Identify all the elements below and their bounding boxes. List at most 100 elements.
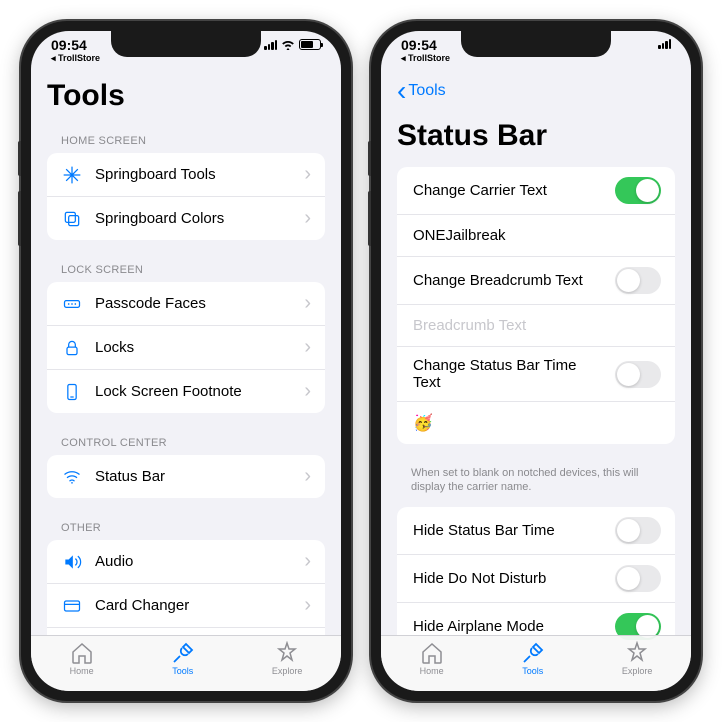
list-group: Passcode Faces Locks Lock Screen Footnote [47, 282, 325, 413]
chevron-right-icon [304, 550, 311, 573]
nav-bar: Tools [381, 75, 691, 115]
tools-icon [521, 641, 545, 665]
row-label: Status Bar [95, 468, 292, 485]
list-row[interactable]: Springboard Tools [47, 153, 325, 197]
tab-tools[interactable]: Tools [171, 641, 195, 676]
row-label: Locks [95, 339, 292, 356]
tab-bar: Home Tools Explore [31, 635, 341, 691]
tab-home[interactable]: Home [70, 641, 94, 676]
chevron-right-icon [304, 292, 311, 315]
notch [461, 31, 611, 57]
list-row[interactable]: Change Breadcrumb Text [397, 257, 675, 305]
list-row[interactable]: Hide Status Bar Time [397, 507, 675, 555]
tab-label: Tools [172, 666, 193, 676]
list-row[interactable]: Card Changer [47, 584, 325, 628]
notch [111, 31, 261, 57]
chevron-right-icon [304, 207, 311, 230]
list-row[interactable]: 🥳 [397, 402, 675, 444]
row-label: Hide Status Bar Time [411, 522, 603, 539]
chevron-right-icon [304, 594, 311, 617]
list-row[interactable]: Status Bar [47, 455, 325, 498]
list-group: Hide Status Bar Time Hide Do Not Disturb H… [397, 507, 675, 643]
tools-icon [171, 641, 195, 665]
snowflake-icon [61, 164, 83, 186]
passcode-icon [61, 293, 83, 315]
row-label: Change Breadcrumb Text [411, 272, 603, 289]
page-title: Tools [47, 79, 325, 113]
tab-bar: Home Tools Explore [381, 635, 691, 691]
wifi-icon [281, 40, 295, 50]
list-row[interactable]: Springboard Colors [47, 197, 325, 240]
wifi-icon [61, 466, 83, 488]
row-label: Springboard Tools [95, 166, 292, 183]
list-row[interactable]: Locks [47, 326, 325, 370]
card-icon [61, 595, 83, 617]
list-row[interactable]: Breadcrumb Text [397, 305, 675, 347]
battery-icon [299, 39, 321, 50]
list-row[interactable]: Hide Do Not Disturb [397, 555, 675, 603]
tab-label: Home [70, 666, 94, 676]
lock-icon [61, 337, 83, 359]
section-header: LOCK SCREEN [47, 256, 325, 282]
tab-explore[interactable]: Explore [272, 641, 303, 676]
row-label: Card Changer [95, 597, 292, 614]
signal-icon [658, 39, 671, 49]
row-label: Lock Screen Footnote [95, 383, 292, 400]
chevron-right-icon [304, 163, 311, 186]
signal-icon [264, 40, 277, 50]
home-icon [420, 641, 444, 665]
toggle-switch[interactable] [615, 565, 661, 592]
text-input[interactable]: 🥳 [411, 413, 661, 433]
explore-icon [625, 641, 649, 665]
row-label: Hide Airplane Mode [411, 618, 603, 635]
row-label: Audio [95, 553, 292, 570]
toggle-switch[interactable] [615, 267, 661, 294]
status-time: 09:54 [51, 37, 87, 53]
row-label: Springboard Colors [95, 210, 292, 227]
list-row[interactable]: ONEJailbreak [397, 215, 675, 257]
row-label: Hide Do Not Disturb [411, 570, 603, 587]
list-row[interactable]: Audio [47, 540, 325, 584]
audio-icon [61, 551, 83, 573]
text-input[interactable]: ONEJailbreak [411, 227, 661, 244]
status-time: 09:54 [401, 37, 437, 53]
text-input[interactable]: Breadcrumb Text [411, 317, 661, 334]
home-icon [70, 641, 94, 665]
section-footer: When set to blank on notched devices, th… [397, 460, 675, 507]
tab-label: Tools [522, 666, 543, 676]
row-label: Change Carrier Text [411, 182, 603, 199]
toggle-switch[interactable] [615, 517, 661, 544]
copy-icon [61, 208, 83, 230]
section-header: HOME SCREEN [47, 127, 325, 153]
list-group: Status Bar [47, 455, 325, 498]
page-title: Status Bar [397, 119, 675, 153]
tab-label: Explore [272, 666, 303, 676]
tab-explore[interactable]: Explore [622, 641, 653, 676]
list-row[interactable]: Change Status Bar Time Text [397, 347, 675, 402]
status-back-app[interactable]: TrollStore [51, 53, 100, 64]
phone-right: 09:54 TrollStore Tools Status Bar Change… [371, 21, 701, 701]
status-back-app[interactable]: TrollStore [401, 53, 450, 64]
list-group: Change Carrier Text ONEJailbreak Change Br… [397, 167, 675, 444]
list-row[interactable]: Miscellaneous [47, 628, 325, 635]
tab-home[interactable]: Home [420, 641, 444, 676]
chevron-right-icon [304, 465, 311, 488]
chevron-right-icon [304, 380, 311, 403]
tab-tools[interactable]: Tools [521, 641, 545, 676]
list-row[interactable]: Lock Screen Footnote [47, 370, 325, 413]
section-header: CONTROL CENTER [47, 429, 325, 455]
toggle-switch[interactable] [615, 361, 661, 388]
phone-left: 09:54 TrollStore Tools HOME SCREEN Spring… [21, 21, 351, 701]
section-header: OTHER [47, 514, 325, 540]
tab-label: Home [420, 666, 444, 676]
explore-icon [275, 641, 299, 665]
list-group: Audio Card Changer Miscellaneous [47, 540, 325, 635]
toggle-switch[interactable] [615, 177, 661, 204]
back-button[interactable]: Tools [397, 75, 446, 107]
tab-label: Explore [622, 666, 653, 676]
chevron-right-icon [304, 336, 311, 359]
phone-icon [61, 381, 83, 403]
row-label: Passcode Faces [95, 295, 292, 312]
list-row[interactable]: Change Carrier Text [397, 167, 675, 215]
list-row[interactable]: Passcode Faces [47, 282, 325, 326]
